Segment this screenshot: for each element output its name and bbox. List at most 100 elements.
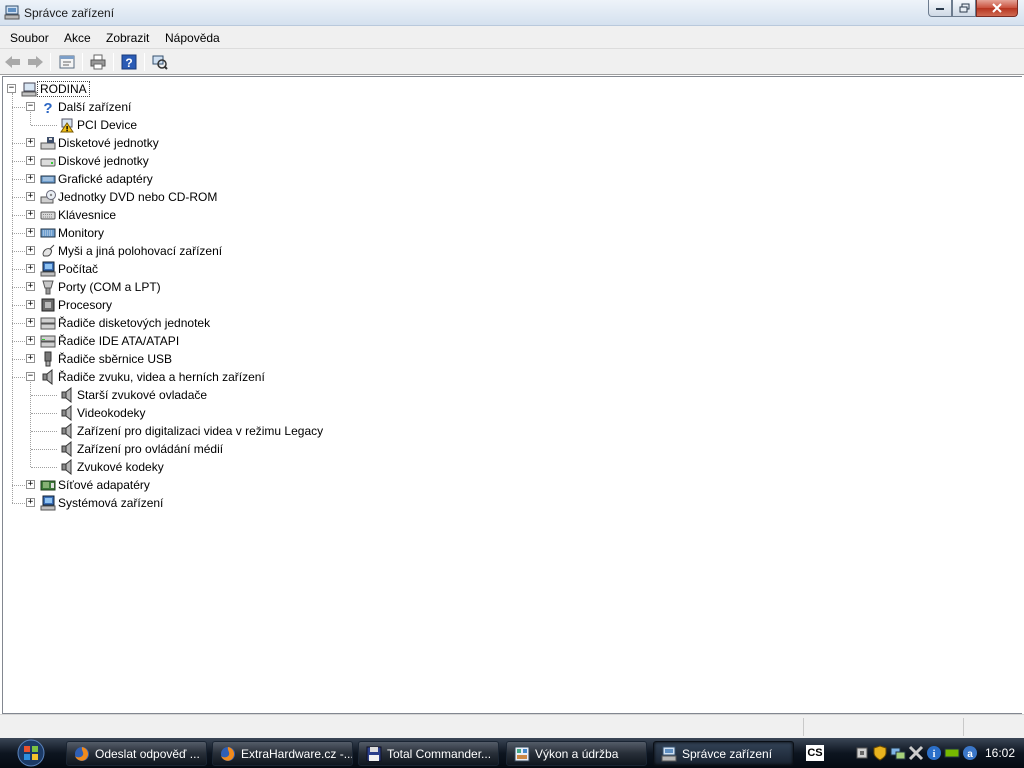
mouse-icon: [42, 244, 55, 257]
title-bar: Správce zařízení: [0, 0, 1024, 26]
expand-button[interactable]: +: [26, 228, 35, 237]
device-tree[interactable]: − RODINA ? Další zařízení − PCI Device Diske…: [2, 76, 1022, 714]
usb-icon: [44, 351, 52, 367]
volume-icon[interactable]: a: [962, 745, 978, 761]
category-node[interactable]: Řadiče disketových jednotek: [40, 314, 212, 332]
floppy-save-icon: [366, 746, 382, 761]
taskbar-button[interactable]: Total Commander...: [358, 741, 499, 766]
expand-button[interactable]: +: [26, 300, 35, 309]
expand-button[interactable]: +: [26, 498, 35, 507]
status-bar: [0, 714, 1024, 738]
toolbar-separator: [82, 53, 83, 71]
category-node[interactable]: Počítač: [40, 260, 100, 278]
back-arrow-icon: [5, 56, 20, 68]
device-node[interactable]: PCI Device: [59, 116, 139, 134]
taskbar-button[interactable]: Odeslat odpověď ...: [66, 741, 207, 766]
keyboard-icon: [40, 211, 56, 220]
computer-icon: [21, 82, 37, 97]
back-button[interactable]: [4, 53, 22, 71]
svg-text:a: a: [967, 749, 973, 760]
category-node[interactable]: Procesory: [40, 296, 114, 314]
help-button[interactable]: ?: [120, 53, 138, 71]
print-button[interactable]: [89, 53, 107, 71]
expand-button[interactable]: +: [26, 282, 35, 291]
expand-button[interactable]: +: [26, 336, 35, 345]
collapse-button[interactable]: −: [26, 372, 35, 381]
category-node[interactable]: Klávesnice: [40, 206, 118, 224]
tree-root[interactable]: RODINA: [21, 80, 90, 98]
menu-help[interactable]: Nápověda: [165, 31, 220, 45]
expand-button[interactable]: +: [26, 264, 35, 273]
collapse-button[interactable]: −: [26, 102, 35, 111]
language-indicator[interactable]: CS: [806, 745, 824, 761]
category-node[interactable]: Disketové jednotky: [40, 134, 161, 152]
expand-button[interactable]: +: [26, 156, 35, 165]
device-node[interactable]: Zařízení pro ovládání médií: [59, 440, 225, 458]
expand-button[interactable]: +: [26, 246, 35, 255]
network-icon[interactable]: [890, 745, 906, 761]
expand-button[interactable]: +: [26, 318, 35, 327]
device-node[interactable]: Zvukové kodeky: [59, 458, 166, 476]
category-label: Klávesnice: [58, 208, 117, 222]
category-node[interactable]: Myši a jiná polohovací zařízení: [40, 242, 224, 260]
maximize-button[interactable]: [952, 0, 976, 17]
toolbar-separator: [50, 53, 51, 71]
collapse-root-button[interactable]: −: [7, 84, 16, 93]
tools-icon[interactable]: [908, 745, 924, 761]
start-button[interactable]: [4, 739, 50, 767]
device-node[interactable]: Videokodeky: [59, 404, 148, 422]
device-node[interactable]: Zařízení pro digitalizaci videa v režimu…: [59, 422, 325, 440]
taskbar-button-label: ExtraHardware.cz -...: [241, 746, 353, 761]
category-node[interactable]: Grafické adaptéry: [40, 170, 155, 188]
tree-connector: [12, 215, 25, 216]
taskbar-button[interactable]: Výkon a údržba: [506, 741, 647, 766]
tree-connector: [12, 197, 25, 198]
expand-button[interactable]: +: [26, 174, 35, 183]
tree-connector: [31, 125, 57, 126]
taskbar: Odeslat odpověď ... ExtraHardware.cz -...…: [0, 738, 1024, 768]
control-panel-icon: [514, 746, 530, 761]
tree-connector: [31, 395, 57, 396]
clock[interactable]: 16:02: [985, 746, 1015, 760]
expand-button[interactable]: +: [26, 480, 35, 489]
category-node[interactable]: Řadiče IDE ATA/ATAPI: [40, 332, 181, 350]
toolbar: ?: [0, 49, 1024, 75]
safely-remove-icon[interactable]: [854, 745, 870, 761]
menu-view[interactable]: Zobrazit: [106, 31, 149, 45]
category-node[interactable]: ? Další zařízení: [40, 98, 133, 116]
info-icon[interactable]: i: [926, 745, 942, 761]
category-label: Řadiče zvuku, videa a herních zařízení: [58, 370, 265, 384]
expand-button[interactable]: +: [26, 354, 35, 363]
expand-button[interactable]: +: [26, 138, 35, 147]
svg-text:i: i: [933, 749, 936, 760]
category-node[interactable]: Řadiče sběrnice USB: [40, 350, 174, 368]
close-button[interactable]: [976, 0, 1018, 17]
expand-button[interactable]: +: [26, 192, 35, 201]
category-node[interactable]: Diskové jednotky: [40, 152, 151, 170]
menu-action[interactable]: Akce: [64, 31, 91, 45]
taskbar-button[interactable]: ExtraHardware.cz -...: [212, 741, 353, 766]
category-node[interactable]: Monitory: [40, 224, 106, 242]
forward-button[interactable]: [26, 53, 44, 71]
security-shield-icon[interactable]: [872, 745, 888, 761]
category-node[interactable]: Porty (COM a LPT): [40, 278, 163, 296]
device-manager-icon: [4, 5, 20, 20]
expand-button[interactable]: +: [26, 210, 35, 219]
graphics-driver-icon[interactable]: [944, 745, 960, 761]
svg-text:?: ?: [43, 100, 52, 115]
category-node[interactable]: Síťové adapatéry: [40, 476, 152, 494]
category-node[interactable]: Systémová zařízení: [40, 494, 165, 512]
minimize-button[interactable]: [928, 0, 952, 17]
tree-connector: [12, 179, 25, 180]
category-node[interactable]: Jednotky DVD nebo CD-ROM: [40, 188, 219, 206]
properties-button[interactable]: [58, 53, 76, 71]
device-node[interactable]: Starší zvukové ovladače: [59, 386, 209, 404]
menu-file[interactable]: Soubor: [10, 31, 49, 45]
category-node[interactable]: Řadiče zvuku, videa a herních zařízení: [40, 368, 267, 386]
properties-icon: [59, 55, 75, 69]
printer-icon: [90, 54, 106, 70]
taskbar-button[interactable]: Správce zařízení: [653, 741, 794, 766]
tree-connector: [12, 377, 25, 378]
scan-hardware-button[interactable]: [151, 53, 169, 71]
tree-connector: [12, 485, 25, 486]
